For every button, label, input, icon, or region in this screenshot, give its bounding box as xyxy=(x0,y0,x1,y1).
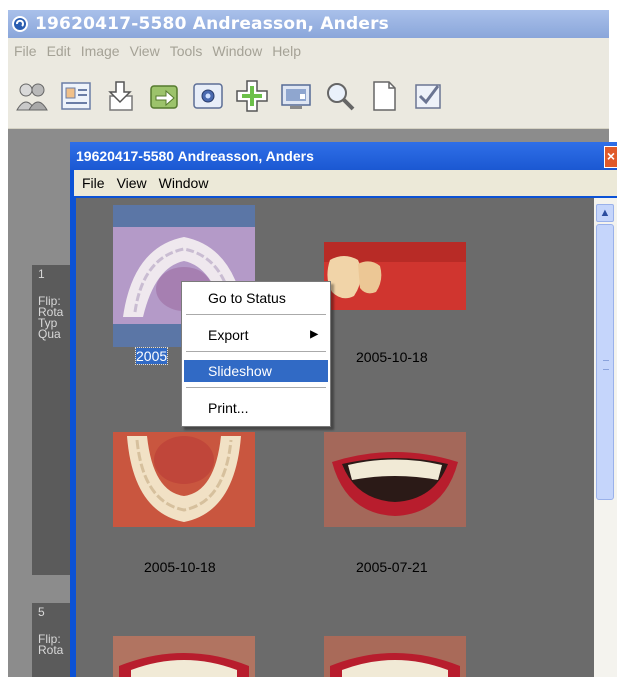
thumbnail-date: 2005 xyxy=(134,347,169,365)
menu-item-go-to-status[interactable]: Go to Status xyxy=(184,287,328,309)
menu-tools[interactable]: Tools xyxy=(170,43,203,59)
image-browser-window: 19620417-5580 Andreasson, Anders × File … xyxy=(70,142,617,677)
menu-separator xyxy=(186,314,326,315)
menu-item-label: Slideshow xyxy=(208,363,272,379)
menu-image[interactable]: Image xyxy=(81,43,120,59)
menu-view[interactable]: View xyxy=(130,43,160,59)
patients-icon[interactable] xyxy=(14,78,50,114)
document-icon[interactable] xyxy=(366,78,402,114)
menu-help[interactable]: Help xyxy=(272,43,301,59)
menu-separator xyxy=(186,387,326,388)
thumbnail-image[interactable] xyxy=(324,636,466,677)
scroll-thumb[interactable] xyxy=(596,224,614,500)
scroll-up-button[interactable]: ▲ xyxy=(596,204,614,222)
scroll-grip-icon xyxy=(603,360,609,370)
thumbnail-image[interactable] xyxy=(324,242,466,310)
side-panel-5: 5 Flip: Rota xyxy=(32,603,74,677)
side-panel-number: 5 xyxy=(38,605,45,619)
child-menu-window[interactable]: Window xyxy=(159,175,209,191)
child-window-title: 19620417-5580 Andreasson, Anders xyxy=(76,148,314,164)
menu-item-label: Export xyxy=(208,327,249,343)
main-menubar: File Edit Image View Tools Window Help xyxy=(8,38,609,64)
check-icon[interactable] xyxy=(410,78,446,114)
thumbnail-grid: 2005 2005-10-18 2005-10-18 2005-07-21 xyxy=(76,198,594,677)
thumbnail-image[interactable] xyxy=(113,636,255,677)
menu-item-export[interactable]: Export ▶ xyxy=(184,324,328,346)
menu-separator xyxy=(186,351,326,352)
menu-item-print[interactable]: Print... xyxy=(184,397,328,419)
monitor-icon[interactable] xyxy=(278,78,314,114)
context-menu: Go to Status Export ▶ Slideshow Print... xyxy=(181,281,331,427)
menu-window[interactable]: Window xyxy=(212,43,262,59)
child-menu-view[interactable]: View xyxy=(117,175,147,191)
child-menu-file[interactable]: File xyxy=(82,175,105,191)
menu-edit[interactable]: Edit xyxy=(47,43,71,59)
main-title-bar: 19620417-5580 Andreasson, Anders xyxy=(8,10,609,38)
vertical-scrollbar[interactable]: ▲ xyxy=(594,198,617,677)
side-panel-line: Qua xyxy=(38,327,61,341)
thumbnail-date: 2005-10-18 xyxy=(144,559,216,575)
patient-card-icon[interactable] xyxy=(58,78,94,114)
main-toolbar xyxy=(8,64,609,129)
menu-item-slideshow[interactable]: Slideshow xyxy=(184,360,328,382)
child-title-bar: 19620417-5580 Andreasson, Anders × xyxy=(70,142,617,170)
import-icon[interactable] xyxy=(102,78,138,114)
menu-file[interactable]: File xyxy=(14,43,37,59)
add-icon[interactable] xyxy=(234,78,270,114)
menu-item-label: Go to Status xyxy=(208,290,286,306)
camera-icon[interactable] xyxy=(190,78,226,114)
close-button[interactable]: × xyxy=(604,146,617,168)
app-icon xyxy=(12,16,28,32)
thumbnail-date: 2005-07-21 xyxy=(356,559,428,575)
menu-item-label: Print... xyxy=(208,400,249,416)
thumbnail-date: 2005-10-18 xyxy=(356,349,428,365)
side-panel-number: 1 xyxy=(38,267,45,281)
submenu-arrow-icon: ▶ xyxy=(310,329,318,340)
child-menubar: File View Window xyxy=(74,170,617,196)
side-panel-1: 1 Flip: Rota Typ Qua xyxy=(32,265,74,575)
side-panel-line: Rota xyxy=(38,643,64,657)
zoom-icon[interactable] xyxy=(322,78,358,114)
thumbnail-image[interactable] xyxy=(324,432,466,527)
thumbnail-image[interactable] xyxy=(113,432,255,527)
export-icon[interactable] xyxy=(146,78,182,114)
window-title: 19620417-5580 Andreasson, Anders xyxy=(35,14,389,34)
